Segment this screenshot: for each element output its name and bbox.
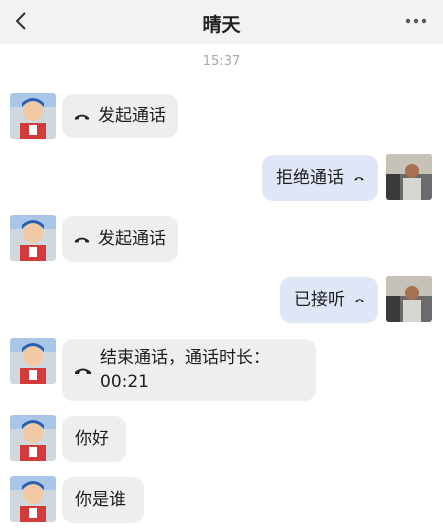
message-text: 发起通话: [98, 106, 166, 126]
message-bubble[interactable]: 发起通话: [62, 216, 178, 262]
message-bubble[interactable]: 发起通话: [62, 94, 178, 138]
message-bubble[interactable]: 已接听: [280, 277, 378, 323]
ellipsis-icon: [405, 18, 427, 24]
message-timestamp: 15:37: [202, 54, 241, 69]
more-options-button[interactable]: [403, 10, 429, 32]
my-avatar[interactable]: [386, 154, 432, 200]
contact-avatar[interactable]: [10, 93, 56, 139]
my-avatar[interactable]: [386, 276, 432, 322]
phone-icon: [74, 237, 90, 243]
phone-icon: [355, 299, 364, 302]
message-bubble[interactable]: 你是谁: [62, 477, 144, 523]
contact-avatar[interactable]: [10, 338, 56, 384]
chat-title: 晴天: [202, 14, 241, 36]
message-text: 你好: [75, 429, 109, 449]
phone-icon: [74, 114, 90, 120]
chat-header: 晴天: [0, 0, 443, 44]
phone-icon: [75, 368, 91, 374]
message-bubble[interactable]: 结束通话，通话时长： 00:21: [62, 339, 316, 401]
message-bubble[interactable]: 拒绝通话: [262, 155, 378, 201]
message-text: 你是谁: [75, 490, 126, 510]
message-bubble[interactable]: 你好: [62, 416, 126, 462]
contact-avatar[interactable]: [10, 415, 56, 461]
contact-avatar[interactable]: [10, 476, 56, 522]
call-duration: 00:21: [100, 372, 149, 392]
message-text: 发起通话: [98, 229, 166, 249]
contact-avatar[interactable]: [10, 215, 56, 261]
phone-icon: [354, 177, 364, 181]
message-text: 已接听: [294, 290, 345, 310]
message-text: 结束通话，通话时长：: [100, 348, 270, 368]
message-text: 拒绝通话: [276, 168, 344, 188]
